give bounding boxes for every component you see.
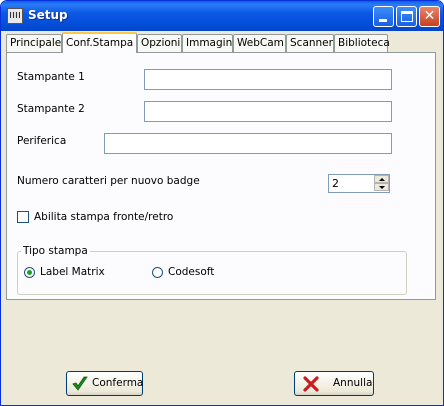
tab-principale[interactable]: Principale — [6, 34, 62, 52]
checkmark-icon — [72, 376, 88, 391]
conferma-button[interactable]: Conferma — [66, 371, 143, 396]
spinner-down-icon[interactable] — [374, 183, 389, 191]
spinner-buttons — [374, 175, 389, 192]
tab-opzioni[interactable]: Opzioni — [137, 34, 182, 52]
radio-codesoft-label[interactable]: Codesoft — [168, 266, 214, 278]
stampante2-label: Stampante 2 — [17, 103, 85, 115]
annulla-button[interactable]: Annulla — [294, 371, 374, 396]
tab-scanner[interactable]: Scanner — [286, 34, 334, 52]
setup-window: Setup ✕ Principale Conf.Stampa Opzioni I… — [0, 0, 444, 406]
radio-label-matrix-label[interactable]: Label Matrix — [40, 266, 105, 278]
numero-caratteri-spinner[interactable]: 2 — [328, 174, 390, 193]
numero-caratteri-value[interactable]: 2 — [332, 177, 339, 190]
conf-stampa-panel: Stampante 1 Stampante 2 Periferica Numer… — [6, 52, 436, 300]
radio-label-matrix[interactable] — [24, 267, 35, 278]
annulla-label: Annulla — [333, 377, 373, 389]
window-title: Setup — [28, 8, 68, 22]
numero-caratteri-label: Numero caratteri per nuovo badge — [17, 175, 200, 187]
fronte-retro-label[interactable]: Abilita stampa fronte/retro — [34, 211, 173, 223]
minimize-button[interactable] — [373, 6, 394, 27]
tab-biblioteca[interactable]: Biblioteca — [334, 34, 390, 52]
periferica-label: Periferica — [17, 135, 67, 147]
periferica-input[interactable] — [104, 133, 392, 154]
app-icon — [7, 8, 23, 24]
tab-immagini[interactable]: Immagini — [182, 34, 235, 52]
x-icon — [303, 376, 319, 392]
tab-conf-stampa[interactable]: Conf.Stampa — [62, 32, 137, 53]
tipo-stampa-title: Tipo stampa — [21, 245, 90, 257]
title-bar[interactable]: Setup ✕ — [1, 1, 443, 31]
tab-webcam[interactable]: WebCam — [233, 34, 286, 52]
maximize-button[interactable] — [396, 6, 417, 27]
conferma-label: Conferma — [92, 377, 144, 389]
stampante1-input[interactable] — [144, 69, 392, 90]
spinner-up-icon[interactable] — [374, 175, 389, 183]
radio-codesoft[interactable] — [152, 267, 163, 278]
close-button[interactable]: ✕ — [419, 6, 440, 27]
maximize-icon — [401, 11, 413, 22]
stampante2-input[interactable] — [144, 101, 392, 122]
minimize-icon — [379, 19, 387, 22]
stampante1-label: Stampante 1 — [17, 71, 85, 83]
fronte-retro-checkbox[interactable] — [17, 211, 29, 223]
close-icon: ✕ — [423, 8, 436, 24]
